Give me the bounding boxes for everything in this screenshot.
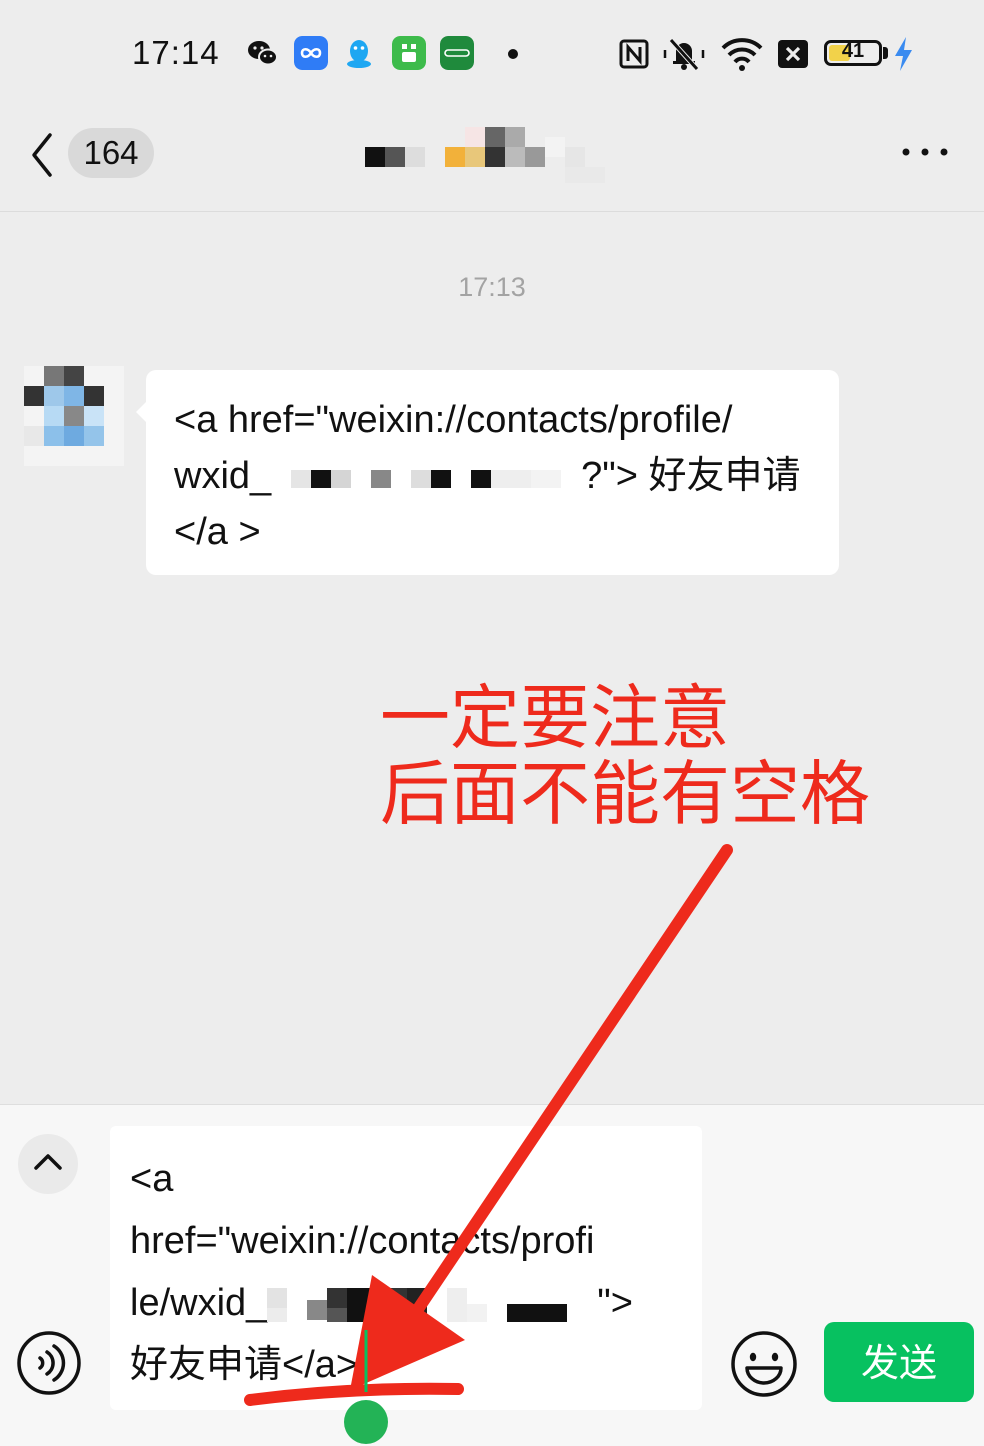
nfc-icon [619,39,649,69]
unread-count-badge: 164 [68,128,154,178]
voice-icon [17,1331,81,1395]
received-message-bubble[interactable]: <a href="weixin://contacts/profile/ wxid… [146,370,839,575]
message-line-1: <a href="weixin://contacts/profile/ [174,399,733,441]
contact-avatar[interactable] [24,366,124,466]
battery-level: 41 [841,40,865,62]
voice-input-button[interactable] [16,1330,82,1396]
input-line-2: href="weixin://contacts/profi [130,1220,595,1262]
oppo-app-icon [440,36,474,70]
input-line-4: 好友申请</a> [130,1334,682,1396]
wechat-icon [248,41,278,66]
wifi-icon [721,38,763,71]
chevron-left-icon [32,133,52,177]
contact-name-redacted [365,127,605,183]
battery-icon: 41 [824,40,882,66]
input-wxid-prefix: le/wxid_ [130,1282,268,1324]
notification-dot [508,49,518,59]
chat-title-bar: 164 [0,105,984,212]
mute-bell-icon [663,38,705,71]
back-button[interactable]: 164 [20,125,170,189]
warning-annotation: 一定要注意 后面不能有空格 [380,680,870,832]
chevron-up-icon [34,1154,62,1170]
message-timestamp: 17:13 [458,272,526,302]
input-line-1: <a [130,1158,174,1200]
message-wxid-prefix: wxid_ [174,455,272,497]
qq-icon [347,40,371,68]
input-line-3: le/wxid_ "> [130,1272,682,1334]
wxid-redacted [291,469,562,488]
status-bar: 17:14 41 [0,0,984,105]
annotation-line-2: 后面不能有空格 [380,753,870,835]
charging-bolt-icon [895,37,912,71]
expand-button[interactable] [18,1134,78,1194]
message-line-2: wxid_ ?"> 好友申请 [174,448,811,504]
annotation-line-1: 一定要注意 [380,677,730,759]
input-link-end: "> [597,1282,633,1324]
more-options-button[interactable] [890,135,960,175]
input-line-4-text: 好友申请</a> [130,1344,359,1386]
status-time: 17:14 [132,34,220,71]
send-button[interactable]: 发送 [824,1322,974,1402]
emoji-button[interactable] [730,1330,798,1398]
message-input-field[interactable]: <a href="weixin://contacts/profi le/wxid… [110,1126,702,1410]
message-link-text: ?"> 好友申请 [581,455,801,497]
no-sim-icon [778,40,808,68]
green-app-icon [392,36,426,70]
more-dots-icon [902,148,948,156]
battery-cap [883,47,888,59]
input-wxid-redacted [267,1287,568,1322]
smiley-face-icon [731,1331,797,1397]
cloud-app-icon [294,36,328,70]
message-line-3: </a > [174,511,261,553]
